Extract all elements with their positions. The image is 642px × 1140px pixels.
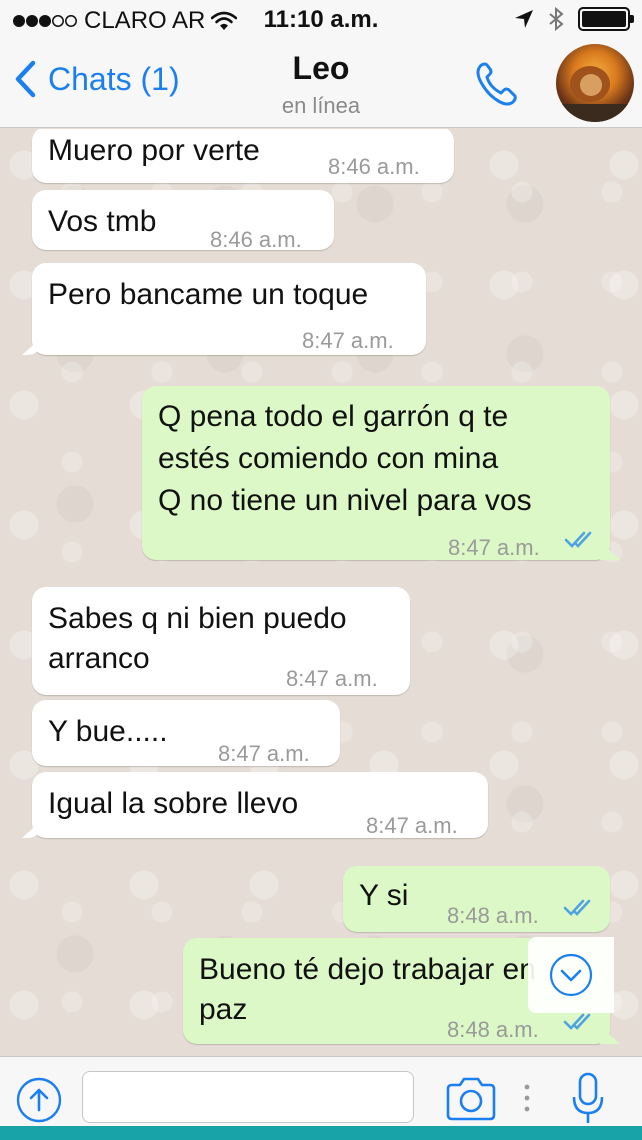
microphone-icon[interactable]: [570, 1071, 606, 1127]
read-ticks-icon: [563, 1013, 591, 1030]
message-time: 8:46 a.m.: [328, 154, 420, 179]
location-arrow-icon: [515, 10, 533, 28]
attach-plus-icon[interactable]: [14, 1075, 64, 1125]
message-bubble-incoming[interactable]: Pero bancame un toque 8:47 a.m.: [32, 263, 426, 355]
camera-icon[interactable]: [444, 1073, 498, 1125]
message-bubble-outgoing[interactable]: Y si 8:48 a.m.: [343, 866, 610, 932]
message-text: Y bue.....: [48, 715, 168, 748]
message-bubble-incoming[interactable]: Igual la sobre llevo 8:47 a.m.: [32, 772, 488, 838]
message-text: Vos tmb: [48, 205, 157, 238]
contact-name: Leo: [292, 50, 350, 86]
message-bubble-incoming[interactable]: Sabes q ni bien puedo arranco 8:47 a.m.: [32, 587, 410, 695]
scroll-down-icon: [549, 953, 593, 997]
message-time: 8:47 a.m.: [286, 666, 378, 691]
message-text: Y si: [359, 879, 409, 912]
message-time: 8:47 a.m.: [302, 328, 394, 353]
message-text: Q pena todo el garrón q te estés comiend…: [158, 400, 532, 517]
message-bubble-outgoing[interactable]: Q pena todo el garrón q te estés comiend…: [142, 386, 610, 560]
message-list[interactable]: Muero por verte 8:46 a.m. Vos tmb 8:46 a…: [0, 129, 642, 1056]
message-time: 8:47 a.m.: [448, 535, 540, 560]
battery-icon: [578, 7, 634, 31]
message-time: 8:47 a.m.: [366, 813, 458, 838]
read-ticks-icon: [564, 531, 592, 548]
contact-info[interactable]: Leo en línea: [0, 50, 642, 119]
scroll-down-button[interactable]: [528, 937, 614, 1013]
message-text: Q pena todo el garrón q te estés comiend…: [158, 396, 532, 522]
message-time: 8:48 a.m.: [447, 903, 539, 928]
separator-dots-icon: [524, 1084, 530, 1112]
chat-header: Chats (1) Leo en línea: [0, 40, 642, 128]
message-text: Muero por verte: [48, 134, 260, 167]
message-text: Igual la sobre llevo: [48, 787, 299, 820]
read-ticks-icon: [563, 899, 591, 916]
status-bar: CLARO AR 11:10 a.m.: [0, 0, 642, 40]
message-time: 8:48 a.m.: [447, 1017, 539, 1042]
avatar[interactable]: [556, 44, 634, 122]
message-time: 8:47 a.m.: [218, 741, 310, 766]
bluetooth-icon: [549, 7, 564, 31]
message-bubble-incoming[interactable]: Vos tmb 8:46 a.m.: [32, 190, 334, 252]
message-text: Pero bancame un toque: [48, 278, 369, 311]
message-bubble-incoming[interactable]: Y bue..... 8:47 a.m.: [32, 700, 340, 766]
message-time: 8:46 a.m.: [210, 227, 302, 252]
message-bubble-incoming[interactable]: Muero por verte 8:46 a.m.: [32, 129, 454, 183]
composer-bar: [0, 1056, 642, 1126]
bottom-strip: [0, 1126, 642, 1140]
phone-icon[interactable]: [472, 58, 524, 110]
contact-status: en línea: [281, 93, 361, 118]
status-right: [514, 7, 634, 31]
message-input[interactable]: [82, 1071, 414, 1123]
